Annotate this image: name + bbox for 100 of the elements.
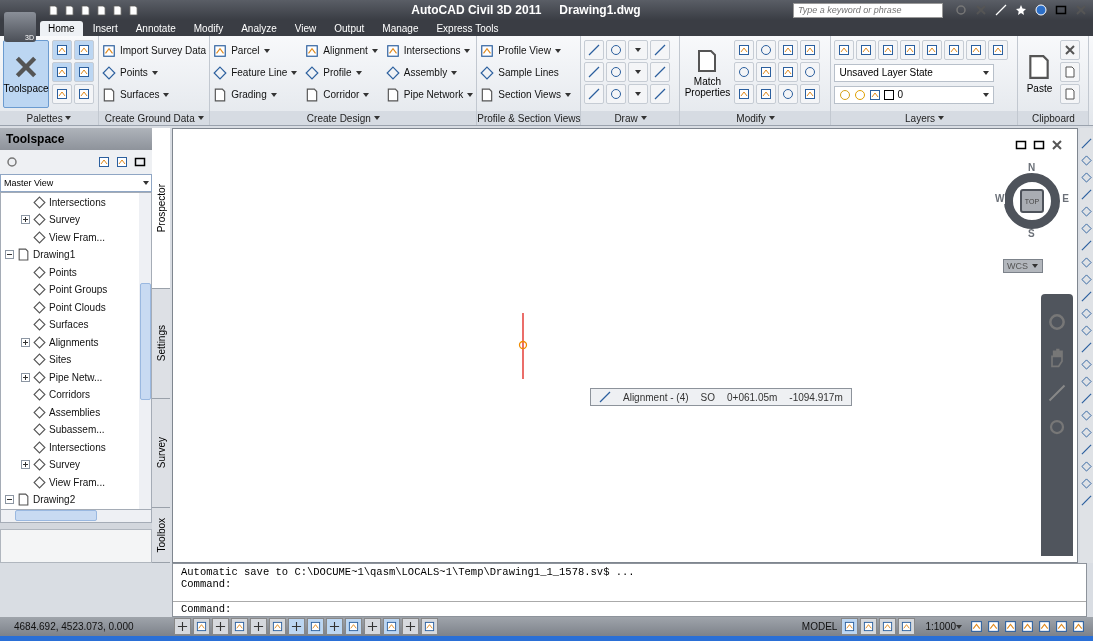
- modify-button[interactable]: [734, 83, 755, 104]
- tree-item[interactable]: Drawing2: [1, 490, 139, 509]
- panel-title[interactable]: Palettes: [0, 111, 98, 126]
- side-tab[interactable]: Survey: [152, 398, 170, 509]
- tree-item[interactable]: Points: [1, 263, 139, 281]
- side-tab[interactable]: Toolbox: [152, 508, 170, 564]
- drafting-toggle[interactable]: [421, 618, 438, 636]
- ribbon-command[interactable]: Alignment: [305, 39, 378, 62]
- clipboard-button[interactable]: [1060, 83, 1081, 104]
- panel-title[interactable]: Create Ground Data: [99, 111, 210, 126]
- palette-button[interactable]: [52, 83, 72, 104]
- draw-button[interactable]: [584, 61, 605, 82]
- modify-button[interactable]: [800, 61, 821, 82]
- ribbon-command[interactable]: Sample Lines: [480, 61, 571, 84]
- ribbon-tab[interactable]: Output: [326, 20, 373, 36]
- ribbon-command[interactable]: Section Views: [480, 83, 571, 106]
- toolspace-button[interactable]: Toolspace: [3, 39, 49, 108]
- modify-button[interactable]: [778, 61, 799, 82]
- ucs-menu[interactable]: WCS: [1003, 259, 1043, 274]
- draw-button[interactable]: [584, 39, 605, 60]
- layout-button[interactable]: [898, 618, 916, 636]
- tree-item[interactable]: Point Groups: [1, 280, 139, 299]
- modify-button[interactable]: [734, 39, 755, 60]
- tree-item[interactable]: Assemblies: [1, 403, 139, 421]
- match-properties-button[interactable]: Match Properties: [683, 39, 732, 108]
- ribbon-command[interactable]: Corridor: [305, 83, 378, 106]
- ribbon-command[interactable]: Intersections: [385, 39, 474, 62]
- search-field[interactable]: Type a keyword or phrase: [793, 2, 943, 18]
- tree-item[interactable]: Sites: [1, 350, 139, 369]
- modify-button[interactable]: [756, 39, 777, 60]
- panel-title[interactable]: Create Design: [210, 111, 477, 126]
- drafting-toggle[interactable]: [250, 618, 267, 636]
- model-space-label[interactable]: MODEL: [801, 621, 838, 633]
- layer-dropdown[interactable]: 0: [834, 85, 995, 104]
- palette-button[interactable]: [74, 83, 94, 104]
- palette-button[interactable]: [52, 61, 72, 82]
- tree-item[interactable]: Subassem...: [1, 420, 139, 439]
- ribbon-tab[interactable]: Analyze: [233, 20, 285, 36]
- modify-button[interactable]: [800, 39, 821, 60]
- layer-tool-button[interactable]: [878, 39, 899, 60]
- drafting-toggle[interactable]: [345, 618, 362, 636]
- drafting-toggle[interactable]: [307, 618, 324, 636]
- tree-item[interactable]: Survey: [1, 210, 139, 229]
- command-prompt[interactable]: Command:: [181, 603, 232, 616]
- side-tab[interactable]: Settings: [152, 289, 170, 399]
- tree-item[interactable]: Corridors: [1, 385, 139, 404]
- layer-tool-button[interactable]: [922, 39, 943, 60]
- ribbon-command[interactable]: Parcel: [213, 39, 298, 62]
- drafting-toggle[interactable]: [193, 618, 210, 636]
- ribbon-command[interactable]: Profile View: [480, 39, 571, 62]
- collapse-icon[interactable]: [5, 250, 14, 260]
- panel-title[interactable]: Layers: [831, 111, 1018, 126]
- ribbon-tab[interactable]: Home: [40, 20, 83, 36]
- panel-title[interactable]: Draw: [581, 111, 680, 126]
- paste-button[interactable]: Paste: [1021, 39, 1058, 108]
- modify-button[interactable]: [778, 83, 799, 104]
- layout-button[interactable]: [841, 618, 859, 636]
- draw-button[interactable]: [606, 61, 627, 82]
- tree-item[interactable]: Point Clouds: [1, 298, 139, 316]
- drafting-toggle[interactable]: [269, 618, 286, 636]
- layer-tool-button[interactable]: [834, 39, 855, 60]
- layer-tool-button[interactable]: [944, 39, 965, 60]
- ribbon-command[interactable]: Profile: [305, 61, 378, 84]
- panel-title[interactable]: Profile & Section Views: [477, 111, 581, 126]
- drafting-toggle[interactable]: [402, 618, 419, 636]
- horizontal-scrollbar[interactable]: [0, 510, 152, 524]
- tree-item[interactable]: View Fram...: [1, 473, 139, 491]
- ribbon-tab[interactable]: Modify: [185, 20, 232, 36]
- view-dropdown[interactable]: Master View: [0, 174, 152, 193]
- ribbon-command[interactable]: Feature Line: [213, 61, 298, 84]
- layout-button[interactable]: [860, 618, 878, 636]
- ribbon-command[interactable]: Assembly: [385, 61, 474, 84]
- drafting-toggle[interactable]: [364, 618, 381, 636]
- drafting-toggle[interactable]: [288, 618, 305, 636]
- modify-button[interactable]: [734, 61, 755, 82]
- tree-item[interactable]: View Fram...: [1, 228, 139, 246]
- panel-title[interactable]: Clipboard: [1018, 111, 1089, 126]
- ribbon-tab[interactable]: Manage: [374, 20, 427, 36]
- palette-button[interactable]: [52, 39, 72, 60]
- draw-button[interactable]: [650, 39, 671, 60]
- tree-item[interactable]: Intersections: [1, 193, 139, 211]
- expand-icon[interactable]: [21, 460, 30, 470]
- ribbon-tab[interactable]: Express Tools: [428, 20, 507, 36]
- drafting-toggle[interactable]: [231, 618, 248, 636]
- expand-icon[interactable]: [21, 215, 30, 225]
- draw-button[interactable]: [628, 83, 649, 104]
- ribbon-tab[interactable]: View: [286, 20, 325, 36]
- tree-item[interactable]: Alignments: [1, 333, 139, 351]
- drafting-toggle[interactable]: [174, 618, 191, 636]
- draw-button[interactable]: [650, 61, 671, 82]
- draw-button[interactable]: [584, 83, 605, 104]
- tree-item[interactable]: Intersections: [1, 438, 139, 456]
- expand-icon[interactable]: [21, 372, 30, 382]
- drafting-toggle[interactable]: [326, 618, 343, 636]
- ribbon-command[interactable]: Points: [102, 61, 207, 84]
- vertical-scrollbar[interactable]: [139, 193, 151, 510]
- layer-tool-button[interactable]: [856, 39, 877, 60]
- tree-item[interactable]: Pipe Netw...: [1, 368, 139, 386]
- ribbon-command[interactable]: Pipe Network: [385, 83, 474, 106]
- layout-button[interactable]: [879, 618, 897, 636]
